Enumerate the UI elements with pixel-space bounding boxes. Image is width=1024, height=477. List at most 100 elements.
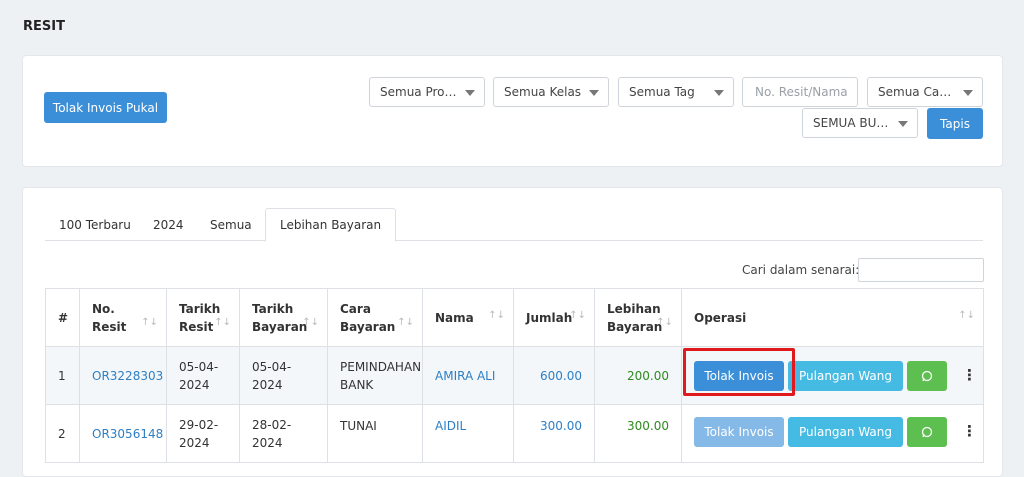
chevron-down-icon (714, 90, 724, 96)
kebab-icon[interactable]: ⋮ (962, 366, 977, 384)
tab-latest-100[interactable]: 100 Terbaru (59, 208, 131, 241)
cell-payment-date: 28-02- 2024 (239, 404, 328, 463)
cell-index: 1 (45, 346, 80, 405)
header-label: Bayaran (340, 319, 396, 334)
month-select[interactable]: SEMUA BULAN (802, 108, 918, 138)
receipt-table: # No. Resit ↑↓ Tarikh Resit ↑↓ Tarikh Ba… (45, 288, 984, 463)
cell-text: 2024 (252, 377, 283, 392)
program-select-value: Semua Progra... (380, 85, 458, 99)
header-label: Lebihan (607, 301, 661, 316)
tab-overpayment[interactable]: Lebihan Bayaran (265, 208, 397, 242)
refund-label: Pulangan Wang (799, 425, 892, 439)
tag-select[interactable]: Semua Tag (618, 77, 734, 107)
col-header-overpayment[interactable]: Lebihan Bayaran ↑↓ (594, 288, 682, 347)
sort-icon: ↑↓ (302, 317, 319, 328)
sort-icon: ↑↓ (958, 310, 975, 321)
col-header-amount[interactable]: Jumlah ↑↓ (513, 288, 595, 347)
chevron-down-icon (465, 90, 475, 96)
tab-label: 100 Terbaru (59, 217, 131, 232)
list-search-label: Cari dalam senarai: (742, 263, 860, 277)
cell-text: 05-04- (179, 359, 219, 374)
header-label: Resit (179, 319, 214, 334)
col-header-receipt-no[interactable]: No. Resit ↑↓ (79, 288, 167, 347)
col-header-name[interactable]: Nama ↑↓ (422, 288, 514, 347)
header-label: Jumlah (526, 310, 573, 325)
student-name-link[interactable]: AIDIL (422, 404, 514, 463)
cell-receipt-date: 05-04- 2024 (166, 346, 240, 405)
sort-icon: ↑↓ (141, 317, 158, 328)
tab-label: 2024 (153, 217, 184, 232)
cell-overpayment: 300.00 (594, 404, 682, 463)
header-label: # (58, 310, 69, 325)
class-select[interactable]: Semua Kelas (493, 77, 609, 107)
whatsapp-button[interactable] (907, 417, 947, 447)
cell-payment-method: TUNAI (327, 404, 423, 463)
refund-button[interactable]: Pulangan Wang (788, 417, 903, 447)
refund-button[interactable]: Pulangan Wang (788, 361, 903, 391)
receipt-link[interactable]: OR3228303 (79, 346, 167, 405)
tab-bar: 100 Terbaru 2024 Semua Lebihan Bayaran (45, 208, 983, 242)
sort-icon: ↑↓ (488, 310, 505, 321)
tab-all[interactable]: Semua (210, 208, 252, 241)
amount-link[interactable]: 600.00 (513, 346, 595, 405)
header-label: No. (92, 301, 115, 316)
bulk-reject-label: Tolak Invois Pukal (52, 100, 159, 115)
month-select-value: SEMUA BULAN (813, 116, 891, 130)
bulk-reject-button[interactable]: Tolak Invois Pukal (44, 92, 167, 123)
cell-text: 29-02- (179, 417, 219, 432)
header-label: Bayaran (607, 319, 663, 334)
cell-text: 05-04- (252, 359, 292, 374)
receipt-search-input[interactable]: No. Resit/Nama (742, 77, 858, 107)
chevron-down-icon (898, 121, 908, 127)
reject-invoice-button[interactable]: Tolak Invois (694, 417, 784, 447)
sort-icon: ↑↓ (214, 317, 231, 328)
filter-button[interactable]: Tapis (927, 108, 983, 139)
cell-text: BANK (340, 377, 374, 392)
amount-link[interactable]: 300.00 (513, 404, 595, 463)
chevron-down-icon (963, 90, 973, 96)
sort-icon: ↑↓ (569, 310, 586, 321)
col-header-payment-date[interactable]: Tarikh Bayaran ↑↓ (239, 288, 328, 347)
cell-payment-method: PEMINDAHAN BANK (327, 346, 423, 405)
receipt-search-placeholder: No. Resit/Nama (755, 85, 848, 99)
cell-text: 2024 (179, 435, 210, 450)
cell-text: 2024 (179, 377, 210, 392)
tag-select-value: Semua Tag (629, 85, 695, 99)
cell-text: 2024 (252, 435, 283, 450)
whatsapp-icon (921, 370, 933, 382)
cell-operations: Tolak Invois Pulangan Wang ⋮ (681, 404, 984, 463)
list-search-input[interactable] (858, 258, 984, 282)
col-header-receipt-date[interactable]: Tarikh Resit ↑↓ (166, 288, 240, 347)
kebab-icon[interactable]: ⋮ (962, 422, 977, 440)
col-header-index[interactable]: # (45, 288, 80, 347)
receipt-table-card: 100 Terbaru 2024 Semua Lebihan Bayaran C… (22, 187, 1003, 477)
program-select[interactable]: Semua Progra... (369, 77, 485, 107)
header-label: Tarikh (252, 301, 294, 316)
cell-receipt-date: 29-02- 2024 (166, 404, 240, 463)
tab-label: Semua (210, 217, 252, 232)
highlight-box (683, 348, 795, 396)
sort-icon: ↑↓ (656, 317, 673, 328)
tab-2024[interactable]: 2024 (153, 208, 184, 241)
filter-card: Tolak Invois Pukal Semua Progra... Semua… (22, 55, 1003, 167)
whatsapp-icon (921, 426, 933, 438)
payment-method-select[interactable]: Semua Cara ... (867, 77, 983, 107)
student-name-link[interactable]: AMIRA ALI (422, 346, 514, 405)
reject-invoice-label: Tolak Invois (704, 425, 774, 439)
filter-button-label: Tapis (940, 116, 970, 131)
cell-payment-date: 05-04- 2024 (239, 346, 328, 405)
class-select-value: Semua Kelas (504, 85, 582, 99)
sort-icon: ↑↓ (397, 317, 414, 328)
tab-label: Lebihan Bayaran (280, 218, 382, 232)
cell-overpayment: 200.00 (594, 346, 682, 405)
chevron-down-icon (589, 90, 599, 96)
col-header-operations[interactable]: Operasi ↑↓ (681, 288, 984, 347)
whatsapp-button[interactable] (907, 361, 947, 391)
receipt-link[interactable]: OR3056148 (79, 404, 167, 463)
header-label: Resit (92, 319, 127, 334)
cell-text: PEMINDAHAN (340, 359, 422, 374)
table-row: 1 OR3228303 05-04- 2024 05-04- 2024 PEMIND… (45, 346, 984, 405)
refund-label: Pulangan Wang (799, 369, 892, 383)
table-row: 2 OR3056148 29-02- 2024 28-02- 2024 TUNAI … (45, 404, 984, 463)
col-header-payment-method[interactable]: Cara Bayaran ↑↓ (327, 288, 423, 347)
